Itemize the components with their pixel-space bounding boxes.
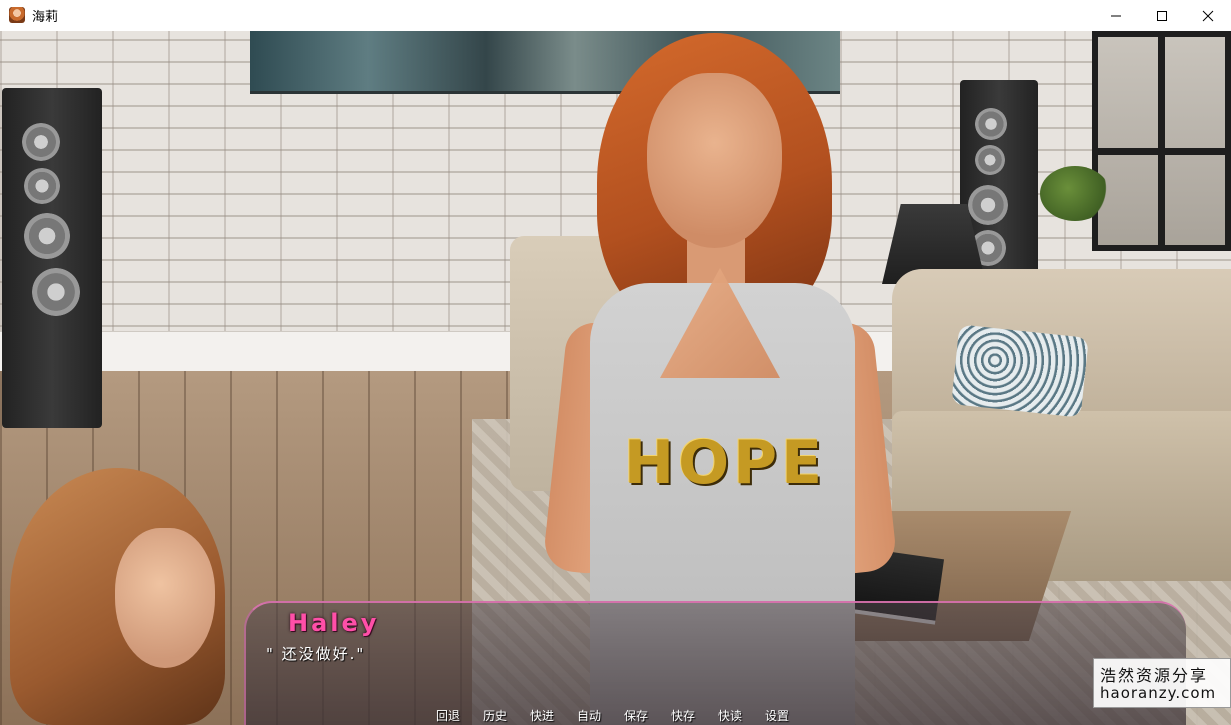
- game-scene[interactable]: HOPE Haley " 还没做好." 回退 历史 快进 自动 保存 快存 快读…: [0, 31, 1231, 725]
- quick-menu: 回退 历史 快进 自动 保存 快存 快读 设置: [436, 707, 812, 725]
- side-portrait-face: [115, 528, 215, 668]
- potted-plant: [1040, 166, 1110, 221]
- throw-pillow: [951, 324, 1089, 418]
- maximize-button[interactable]: [1139, 0, 1185, 31]
- room-window: [1092, 31, 1231, 251]
- watermark-cn: 浩然资源分享: [1100, 666, 1209, 685]
- game-window: 海莉 HOPE Haley " 还没做好." 回退 历史 快进 自动 保存 快存…: [0, 0, 1231, 725]
- quick-menu-skip[interactable]: 快进: [530, 707, 577, 725]
- side-portrait: [0, 468, 250, 725]
- title-bar[interactable]: 海莉: [0, 0, 1231, 32]
- dialogue-text: " 还没做好.": [266, 645, 366, 663]
- watermark: 浩然资源分享 haoranzy.com: [1093, 658, 1231, 708]
- speaker-left: [2, 88, 102, 428]
- app-portrait-icon: [9, 7, 25, 23]
- maximize-icon: [1157, 10, 1167, 21]
- minimize-icon: [1111, 15, 1121, 16]
- close-icon: [1202, 10, 1214, 21]
- quick-menu-quickload[interactable]: 快读: [718, 707, 765, 725]
- quick-menu-save[interactable]: 保存: [624, 707, 671, 725]
- quick-menu-preferences[interactable]: 设置: [765, 707, 812, 725]
- quick-menu-rollback[interactable]: 回退: [436, 707, 483, 725]
- character-face: [647, 73, 782, 248]
- quick-menu-history[interactable]: 历史: [483, 707, 530, 725]
- shirt-print-text: HOPE: [623, 428, 827, 498]
- quick-menu-auto[interactable]: 自动: [577, 707, 624, 725]
- watermark-en: haoranzy.com: [1100, 684, 1217, 702]
- window-title: 海莉: [32, 10, 59, 25]
- speaker-name: Haley: [288, 609, 380, 637]
- close-button[interactable]: [1185, 0, 1231, 31]
- quick-menu-quicksave[interactable]: 快存: [671, 707, 718, 725]
- minimize-button[interactable]: [1093, 0, 1139, 31]
